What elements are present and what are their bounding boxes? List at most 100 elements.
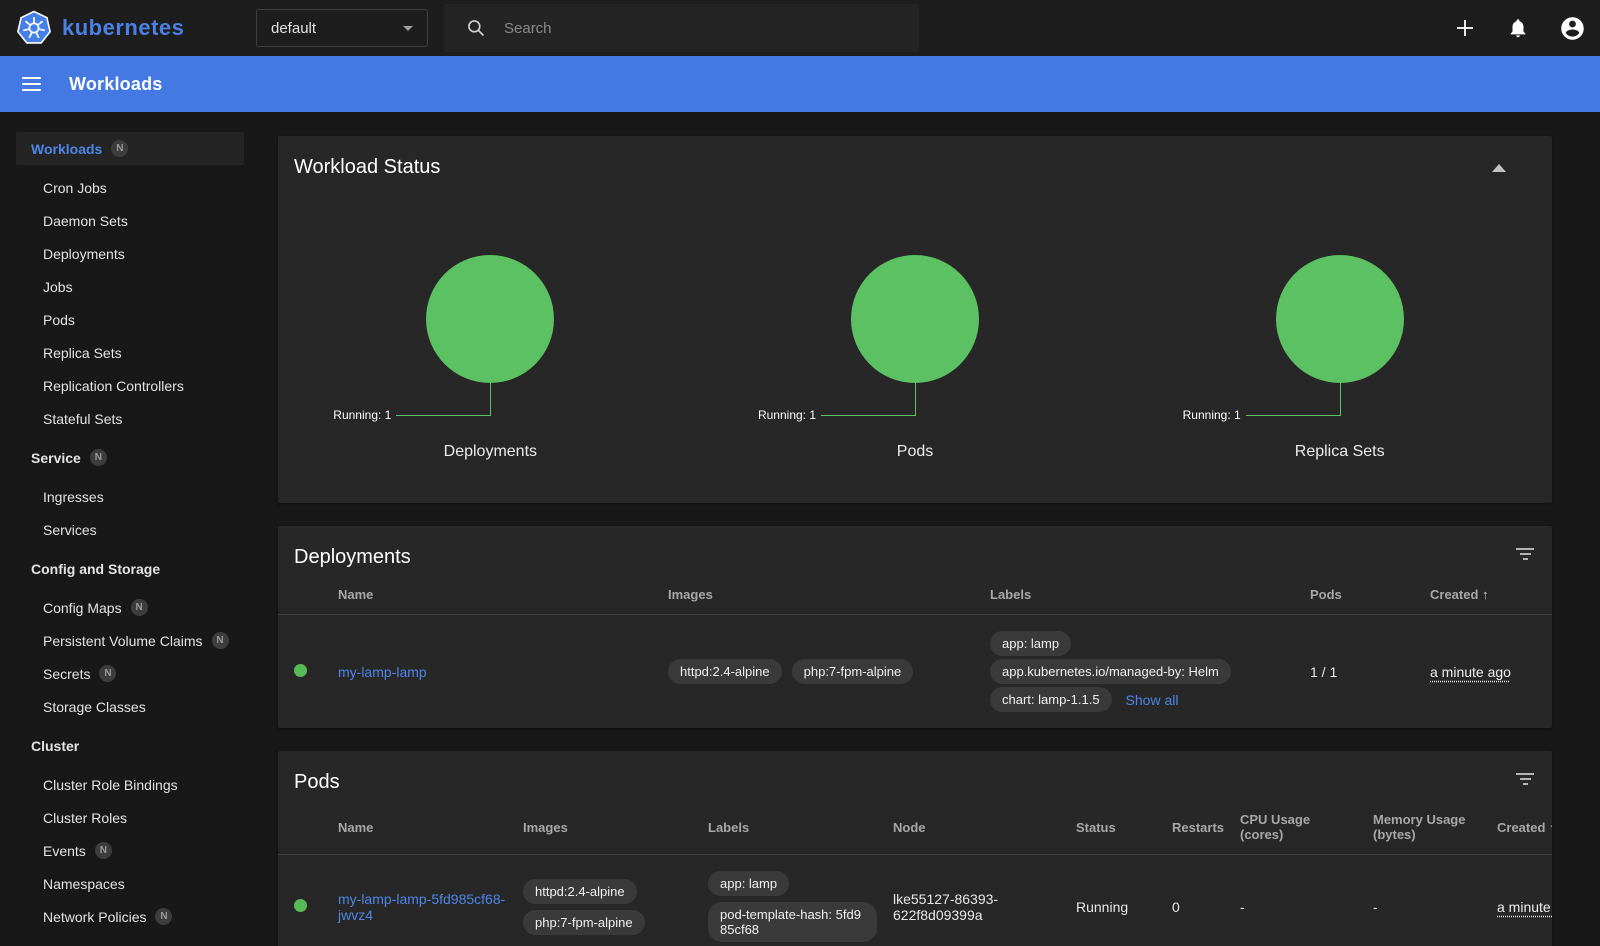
pod-status: Running xyxy=(1076,855,1172,946)
search-input[interactable] xyxy=(504,20,864,37)
sort-ascending-icon: ↑ xyxy=(1549,820,1552,835)
col-header-cpu-usage[interactable]: CPU Usage (cores) xyxy=(1240,800,1373,855)
sidebar-item-stateful-sets[interactable]: Stateful Sets xyxy=(16,402,244,435)
action-bar: Workloads xyxy=(0,56,1600,112)
pods-status-chart: Running: 1 xyxy=(703,255,1128,417)
pod-restarts: 0 xyxy=(1172,855,1240,946)
plus-icon xyxy=(1453,16,1477,40)
chart-label-pods: Pods xyxy=(703,443,1128,461)
show-all-link[interactable]: Show all xyxy=(1126,692,1179,708)
sidebar-item-config-and-storage[interactable]: Config and Storage xyxy=(16,552,244,585)
new-badge: N xyxy=(95,842,112,859)
create-resource-button[interactable] xyxy=(1453,16,1477,40)
sidebar-item-cron-jobs[interactable]: Cron Jobs xyxy=(16,171,244,204)
chart-annotation: Running: 1 xyxy=(758,408,816,422)
brand[interactable]: kubernetes xyxy=(0,10,256,46)
sidebar-item-config-maps[interactable]: Config Maps N xyxy=(16,591,244,624)
filter-icon[interactable] xyxy=(1516,548,1534,560)
image-chip: httpd:2.4-alpine xyxy=(523,879,637,904)
pods-table: Name Images Labels Node Status Restarts … xyxy=(278,800,1552,946)
chevron-down-icon xyxy=(403,26,413,31)
col-header-images[interactable]: Images xyxy=(668,575,990,615)
user-menu-button[interactable] xyxy=(1559,15,1586,42)
pie-running xyxy=(851,255,979,383)
notifications-button[interactable] xyxy=(1507,17,1529,39)
search-icon xyxy=(466,18,486,38)
pods-title: Pods xyxy=(278,751,1552,800)
col-header-memory-usage[interactable]: Memory Usage (bytes) xyxy=(1373,800,1497,855)
menu-icon[interactable] xyxy=(22,77,41,91)
new-badge: N xyxy=(131,599,148,616)
pods-card: Pods Name Images Labels Node Status xyxy=(278,751,1552,946)
chart-label-replica-sets: Replica Sets xyxy=(1127,443,1552,461)
status-ok-icon xyxy=(294,899,307,912)
brand-name: kubernetes xyxy=(62,15,184,41)
new-badge: N xyxy=(90,449,107,466)
col-header-created[interactable]: Created ↑ xyxy=(1430,575,1552,615)
col-header-labels[interactable]: Labels xyxy=(708,800,893,855)
col-header-restarts[interactable]: Restarts xyxy=(1172,800,1240,855)
sidebar-item-namespaces[interactable]: Namespaces xyxy=(16,867,244,900)
sidebar-item-deployments[interactable]: Deployments xyxy=(16,237,244,270)
sidebar-item-secrets[interactable]: Secrets N xyxy=(16,657,244,690)
pie-running xyxy=(426,255,554,383)
col-header-status[interactable]: Status xyxy=(1076,800,1172,855)
sidebar-item-persistent-volume-claims[interactable]: Persistent Volume Claims N xyxy=(16,624,244,657)
sidebar-item-events[interactable]: Events N xyxy=(16,834,244,867)
col-header-created[interactable]: Created ↑ xyxy=(1497,800,1552,855)
top-app-bar: kubernetes default xyxy=(0,0,1600,56)
new-badge: N xyxy=(155,908,172,925)
sidebar-item-ingresses[interactable]: Ingresses xyxy=(16,480,244,513)
sidebar-item-jobs[interactable]: Jobs xyxy=(16,270,244,303)
sidebar-item-network-policies[interactable]: Network Policies N xyxy=(16,900,244,933)
sidebar-item-cluster-roles[interactable]: Cluster Roles xyxy=(16,801,244,834)
filter-icon[interactable] xyxy=(1516,773,1534,785)
col-header-labels[interactable]: Labels xyxy=(990,575,1310,615)
table-row: my-lamp-lamp httpd:2.4-alpine php:7-fpm-… xyxy=(278,615,1552,729)
sidebar-item-service[interactable]: Service N xyxy=(16,441,244,474)
sidebar-item-pods[interactable]: Pods xyxy=(16,303,244,336)
pod-memory-usage: - xyxy=(1373,855,1497,946)
new-badge: N xyxy=(212,632,229,649)
chart-annotation: Running: 1 xyxy=(333,408,391,422)
sidebar-item-cluster[interactable]: Cluster xyxy=(16,729,244,762)
chart-annotation: Running: 1 xyxy=(1183,408,1241,422)
pods-ratio: 1 / 1 xyxy=(1310,615,1430,729)
namespace-value: default xyxy=(271,20,316,37)
sidebar-item-replication-controllers[interactable]: Replication Controllers xyxy=(16,369,244,402)
label-chip: pod-template-hash: 5fd985cf68 xyxy=(708,902,877,942)
image-chip: php:7-fpm-alpine xyxy=(792,659,914,684)
pod-name-link[interactable]: my-lamp-lamp-5fd985cf68-jwvz4 xyxy=(338,891,505,923)
col-header-name[interactable]: Name xyxy=(338,800,523,855)
col-header-images[interactable]: Images xyxy=(523,800,708,855)
bell-icon xyxy=(1507,17,1529,39)
main-content: Workload Status Running: 1 Running: 1 xyxy=(260,112,1600,946)
new-badge: N xyxy=(99,665,116,682)
workload-status-card: Workload Status Running: 1 Running: 1 xyxy=(278,136,1552,503)
replica-sets-status-chart: Running: 1 xyxy=(1127,255,1552,417)
image-chip: php:7-fpm-alpine xyxy=(523,910,645,935)
sidebar-item-cluster-role-bindings[interactable]: Cluster Role Bindings xyxy=(16,768,244,801)
sidebar-item-services[interactable]: Services xyxy=(16,513,244,546)
sidebar-item-workloads[interactable]: Workloads N xyxy=(16,132,244,165)
namespace-selector[interactable]: default xyxy=(256,9,428,47)
col-header-node[interactable]: Node xyxy=(893,800,1076,855)
label-chip: app.kubernetes.io/managed-by: Helm xyxy=(990,659,1231,684)
page-title: Workloads xyxy=(69,74,163,95)
label-chip: app: lamp xyxy=(708,871,789,896)
workload-status-title: Workload Status xyxy=(278,136,1552,185)
search-bar[interactable] xyxy=(444,4,919,52)
col-header-pods[interactable]: Pods xyxy=(1310,575,1430,615)
account-circle-icon xyxy=(1559,15,1586,42)
sidebar-item-daemon-sets[interactable]: Daemon Sets xyxy=(16,204,244,237)
status-ok-icon xyxy=(294,664,307,677)
deployment-name-link[interactable]: my-lamp-lamp xyxy=(338,664,427,680)
created-time: a minute ago xyxy=(1497,899,1552,915)
image-chip: httpd:2.4-alpine xyxy=(668,659,782,684)
collapse-card-icon[interactable] xyxy=(1492,164,1506,172)
sidebar-item-replica-sets[interactable]: Replica Sets xyxy=(16,336,244,369)
col-header-name[interactable]: Name xyxy=(338,575,668,615)
label-chip: chart: lamp-1.1.5 xyxy=(990,687,1112,712)
sidebar-item-storage-classes[interactable]: Storage Classes xyxy=(16,690,244,723)
chart-label-deployments: Deployments xyxy=(278,443,703,461)
